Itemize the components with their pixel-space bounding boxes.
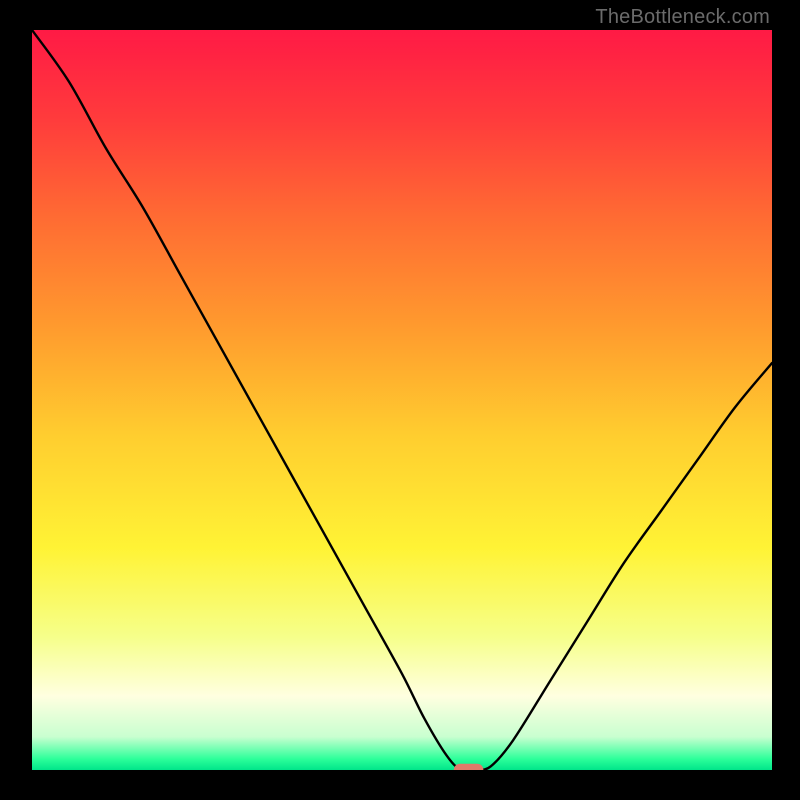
- optimal-marker: [454, 764, 484, 770]
- plot-area: [32, 30, 772, 770]
- chart-svg: [32, 30, 772, 770]
- gradient-background: [32, 30, 772, 770]
- chart-frame: TheBottleneck.com: [0, 0, 800, 800]
- watermark-text: TheBottleneck.com: [595, 6, 770, 29]
